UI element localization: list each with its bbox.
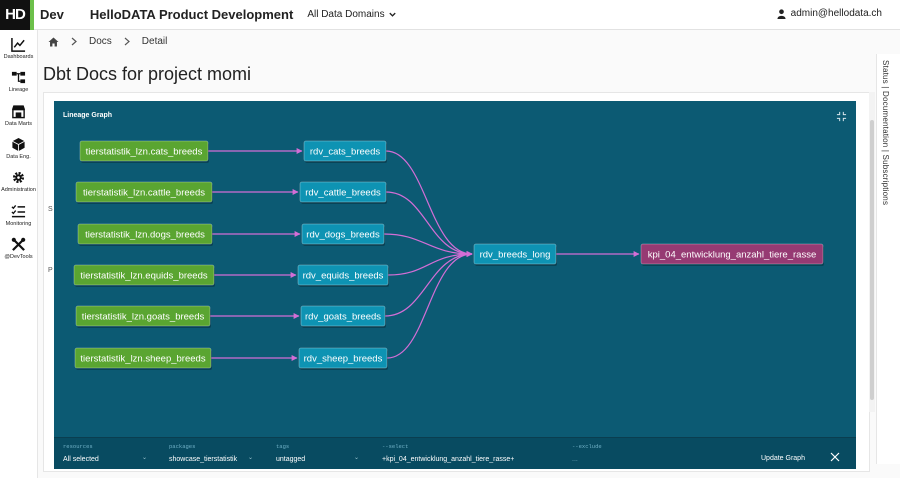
environment-label: Dev xyxy=(40,7,64,22)
data-domain-select[interactable]: All Data Domains xyxy=(307,9,396,20)
user-menu[interactable]: admin@hellodata.ch xyxy=(777,8,882,19)
node-label: rdv_dogs_breeds xyxy=(306,230,380,241)
source-node[interactable]: tierstatistik_lzn.cattle_breeds xyxy=(75,181,213,204)
sidebar-item-label: Administration xyxy=(1,187,36,194)
chart-line-icon xyxy=(11,38,26,52)
node-label: rdv_cats_breeds xyxy=(310,147,380,158)
chevron-down-icon: ⌄ xyxy=(142,455,148,461)
node-label: rdv_breeds_long xyxy=(480,250,551,261)
sidebar-item-data-marts[interactable]: Data Marts xyxy=(0,99,37,132)
breadcrumb-detail: Detail xyxy=(141,36,168,47)
chevron-right-icon xyxy=(124,37,130,46)
page-title: Dbt Docs for project momi xyxy=(43,64,252,84)
source-node[interactable]: tierstatistik_lzn.equids_breeds xyxy=(73,264,215,287)
sidebar-item-label: Monitoring xyxy=(5,220,32,227)
lineage-edge xyxy=(386,251,473,359)
gear-icon xyxy=(12,172,25,184)
store-icon xyxy=(11,105,26,119)
node-label: rdv_equids_breeds xyxy=(303,271,384,282)
breadcrumb: Docs Detail xyxy=(48,36,167,47)
sidebar-item-monitoring[interactable]: Monitoring xyxy=(0,198,37,231)
lineage-edges xyxy=(208,148,640,361)
app-title: HelloDATA Product Development xyxy=(89,7,294,22)
packages-label: packages xyxy=(169,443,196,450)
staging-model-node[interactable]: rdv_goats_breeds xyxy=(300,305,386,328)
cube-icon xyxy=(12,137,25,152)
hidden-section-letter: S xyxy=(48,206,53,213)
left-sidebar: Dashboards Lineage Data Marts Data Eng. … xyxy=(0,30,38,478)
merge-model-node[interactable]: rdv_breeds_long xyxy=(473,243,557,266)
lineage-graph-panel: tierstatistik_lzn.cats_breeds rdv_cats_br… xyxy=(54,101,856,469)
right-tabs-label: Status | Documentation | Subscriptions xyxy=(881,60,890,206)
collapse-icon[interactable] xyxy=(836,111,847,122)
staging-model-node[interactable]: rdv_cattle_breeds xyxy=(299,181,387,204)
sidebar-item-label: Data Marts xyxy=(5,120,32,127)
user-email: admin@hellodata.ch xyxy=(790,8,882,19)
sidebar-item-administration[interactable]: Administration xyxy=(0,165,37,198)
node-label: tierstatistik_lzn.cats_breeds xyxy=(86,147,203,158)
user-icon xyxy=(777,8,786,19)
staging-model-node[interactable]: rdv_equids_breeds xyxy=(297,264,389,287)
lineage-title: Lineage Graph xyxy=(63,112,113,119)
top-bar: HD Dev HelloDATA Product Development All… xyxy=(0,0,900,30)
select-label: --select xyxy=(382,443,409,450)
lineage-edge xyxy=(385,150,473,257)
hellodata-logo[interactable]: HD xyxy=(0,0,30,30)
update-graph-button[interactable]: Update Graph xyxy=(761,455,805,462)
sidebar-item-label: Data Eng. xyxy=(6,154,31,161)
chevron-right-icon xyxy=(71,37,77,46)
node-label: kpi_04_entwicklung_anzahl_tiere_rasse xyxy=(648,250,816,261)
sidebar-item-label: Lineage xyxy=(8,87,29,94)
logo-accent-bar xyxy=(30,0,34,30)
sidebar-item-lineage[interactable]: Lineage xyxy=(0,65,37,98)
resources-select[interactable]: All selected xyxy=(63,456,99,463)
chevron-down-icon: ⌄ xyxy=(248,455,254,461)
lineage-nodes: tierstatistik_lzn.cats_breeds rdv_cats_br… xyxy=(73,140,824,370)
source-node[interactable]: tierstatistik_lzn.dogs_breeds xyxy=(77,223,213,246)
packages-select[interactable]: showcase_tierstatistik xyxy=(169,456,237,463)
exclude-label: --exclude xyxy=(572,443,602,450)
node-label: rdv_cattle_breeds xyxy=(305,188,381,199)
node-label: rdv_goats_breeds xyxy=(305,312,381,323)
chevron-down-icon: ⌄ xyxy=(354,455,360,461)
sidebar-item-data-eng[interactable]: Data Eng. xyxy=(0,132,37,165)
lineage-icon xyxy=(11,72,26,84)
target-model-node[interactable]: kpi_04_entwicklung_anzahl_tiere_rasse xyxy=(640,243,824,266)
sidebar-item-label: @DevTools xyxy=(4,253,33,260)
tags-select[interactable]: untagged xyxy=(276,456,305,463)
resources-label: resources xyxy=(63,443,93,450)
source-node[interactable]: tierstatistik_lzn.cats_breeds xyxy=(79,140,209,163)
tools-icon xyxy=(11,237,26,251)
source-node[interactable]: tierstatistik_lzn.goats_breeds xyxy=(75,305,211,328)
scrollbar-thumb[interactable] xyxy=(870,120,874,400)
staging-model-node[interactable]: rdv_dogs_breeds xyxy=(301,223,385,246)
home-icon[interactable] xyxy=(48,36,59,47)
node-label: tierstatistik_lzn.sheep_breeds xyxy=(80,354,205,365)
node-label: tierstatistik_lzn.dogs_breeds xyxy=(85,230,205,241)
select-input[interactable]: +kpi_04_entwicklung_anzahl_tiere_rasse+ xyxy=(382,456,514,463)
breadcrumb-docs[interactable]: Docs xyxy=(89,36,112,47)
staging-model-node[interactable]: rdv_cats_breeds xyxy=(303,140,387,163)
sidebar-item-label: Dashboards xyxy=(3,54,34,61)
lineage-graph[interactable]: tierstatistik_lzn.cats_breeds rdv_cats_br… xyxy=(54,101,856,431)
data-domain-value: All Data Domains xyxy=(307,9,385,20)
node-label: rdv_sheep_breeds xyxy=(304,354,383,365)
graph-filter-bar: resources All selected ⌄ packages showca… xyxy=(54,437,856,469)
node-label: tierstatistik_lzn.equids_breeds xyxy=(80,271,208,282)
tags-label: tags xyxy=(276,443,290,450)
chevron-down-icon xyxy=(388,12,396,17)
sidebar-item-dashboards[interactable]: Dashboards xyxy=(0,32,37,65)
close-icon[interactable] xyxy=(830,452,840,462)
staging-model-node[interactable]: rdv_sheep_breeds xyxy=(298,347,388,370)
lineage-edge xyxy=(383,233,473,257)
exclude-input[interactable]: ... xyxy=(572,456,578,463)
source-node[interactable]: tierstatistik_lzn.sheep_breeds xyxy=(74,347,212,370)
hidden-section-letter: P xyxy=(48,267,53,274)
node-label: tierstatistik_lzn.cattle_breeds xyxy=(83,188,205,199)
right-side-tabs[interactable]: Status | Documentation | Subscriptions xyxy=(876,54,900,464)
sidebar-item-devtools[interactable]: @DevTools xyxy=(0,232,37,265)
checklist-icon xyxy=(11,204,26,218)
node-label: tierstatistik_lzn.goats_breeds xyxy=(82,312,205,323)
